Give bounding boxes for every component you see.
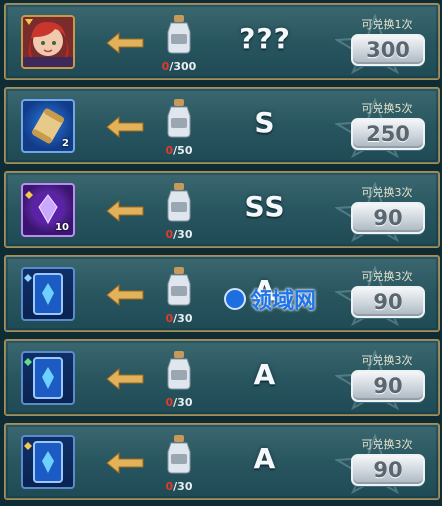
reward-item-slot[interactable]: 2 — [21, 99, 75, 153]
watermark: 领域网 — [224, 284, 344, 314]
potion-bottle-icon — [167, 435, 191, 474]
item-quantity: 2 — [62, 138, 69, 149]
arrow-left-icon — [106, 367, 144, 391]
grade-label: S — [254, 106, 276, 139]
price-button[interactable]: 90 — [351, 454, 425, 486]
cost-count: 0/30 — [165, 228, 193, 241]
cost-block: 0/30 — [153, 348, 205, 412]
potion-bottle-icon — [167, 267, 191, 306]
potion-bottle-icon — [167, 183, 191, 222]
price-button[interactable]: 250 — [351, 118, 425, 150]
cost-block: 0/30 — [153, 432, 205, 496]
exchange-limit: 可兑换3次 — [361, 354, 413, 367]
arrow-left-icon — [106, 115, 144, 139]
item-quantity: 10 — [55, 222, 69, 233]
exchange-limit: 可兑换1次 — [361, 18, 413, 31]
hero-portrait-icon — [23, 17, 73, 67]
exchange-row: 2 0/50 S 可兑换5次 250 — [4, 87, 440, 164]
cost-block: 0/50 — [153, 96, 205, 160]
cost-block: 0/30 — [153, 180, 205, 244]
watermark-logo-icon — [224, 288, 246, 310]
exchange-list: 0/300 ??? 可兑换1次 300 2 0/50 S 可兑换5次 250 1… — [0, 0, 442, 506]
blue-card-icon — [24, 357, 63, 399]
arrow-left-icon — [106, 283, 144, 307]
arrow-left-icon — [106, 451, 144, 475]
exchange-limit: 可兑换5次 — [361, 102, 413, 115]
blue-card-icon — [24, 273, 63, 315]
grade-label: SS — [244, 190, 286, 223]
arrow-left-icon — [106, 31, 144, 55]
exchange-limit: 可兑换3次 — [361, 438, 413, 451]
exchange-limit: 可兑换3次 — [361, 270, 413, 283]
exchange-row: 0/300 ??? 可兑换1次 300 — [4, 3, 440, 80]
potion-bottle-icon — [167, 351, 191, 390]
cost-count: 0/30 — [165, 480, 193, 493]
exchange-row: 0/30 A 可兑换3次 90 — [4, 423, 440, 500]
cost-count: 0/30 — [165, 312, 193, 325]
reward-item-slot[interactable] — [21, 15, 75, 69]
reward-item-slot[interactable] — [21, 267, 75, 321]
reward-item-slot[interactable] — [21, 351, 75, 405]
watermark-text: 领域网 — [250, 289, 317, 314]
cost-block: 0/30 — [153, 264, 205, 328]
exchange-row: 10 0/30 SS 可兑换3次 90 — [4, 171, 440, 248]
price-button[interactable]: 300 — [351, 34, 425, 66]
exchange-limit: 可兑换3次 — [361, 186, 413, 199]
price-button[interactable]: 90 — [351, 370, 425, 402]
grade-label: ??? — [239, 22, 291, 55]
price-button[interactable]: 90 — [351, 286, 425, 318]
price-button[interactable]: 90 — [351, 202, 425, 234]
cost-count: 0/30 — [165, 396, 193, 409]
grade-label: A — [253, 358, 277, 391]
potion-bottle-icon — [167, 15, 191, 54]
blue-card-icon — [24, 441, 63, 483]
cost-count: 0/300 — [161, 60, 197, 73]
cost-block: 0/300 — [153, 12, 205, 76]
reward-item-slot[interactable]: 10 — [21, 183, 75, 237]
exchange-row: 0/30 A 可兑换3次 90 — [4, 255, 440, 332]
potion-bottle-icon — [167, 99, 191, 138]
exchange-row: 0/30 A 可兑换3次 90 — [4, 339, 440, 416]
grade-label: A — [253, 442, 277, 475]
reward-item-slot[interactable] — [21, 435, 75, 489]
cost-count: 0/50 — [165, 144, 193, 157]
arrow-left-icon — [106, 199, 144, 223]
